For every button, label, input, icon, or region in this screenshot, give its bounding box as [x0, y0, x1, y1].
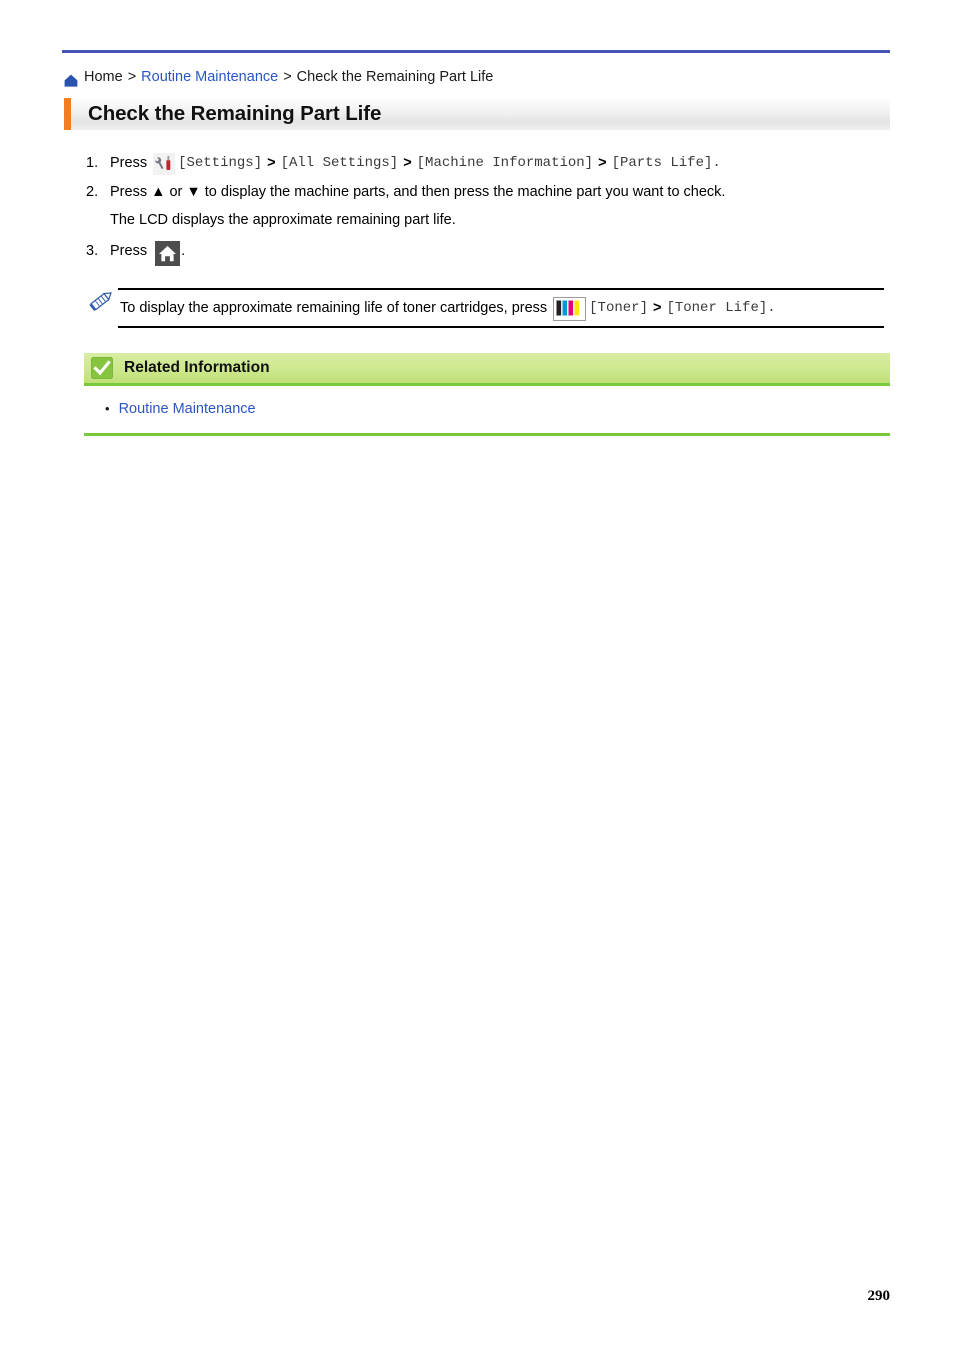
note-token-toner-life: [Toner Life].	[666, 300, 776, 316]
step-1-number: 1.	[86, 155, 99, 171]
note-bottom-rule	[118, 326, 884, 328]
step-1-token-parts-life: [Parts Life].	[611, 155, 721, 171]
related-information-header: Related Information	[84, 353, 890, 383]
step-2: 2. Press ▲ or ▼ to display the machine p…	[86, 179, 886, 233]
step-1: 1. Press [Settings] > [All Settings] > […	[86, 150, 886, 176]
list-item: • Routine Maintenance	[105, 399, 890, 419]
step-1-token-all-settings: [All Settings]	[280, 155, 399, 171]
header-rule	[62, 50, 890, 53]
home-icon	[64, 72, 78, 87]
home-button-icon[interactable]	[155, 240, 181, 266]
step-1-sep-3: >	[598, 155, 607, 171]
green-check-icon	[91, 357, 113, 379]
step-2-body: Press ▲ or ▼ to display the machine part…	[110, 179, 886, 233]
related-information-list: • Routine Maintenance	[84, 386, 890, 419]
step-2-subtext: The LCD displays the approximate remaini…	[110, 212, 456, 228]
step-2-number: 2.	[86, 184, 99, 200]
step-3: 3. Press .	[86, 238, 886, 266]
step-1-body: Press [Settings] > [All Settings] > [Mac…	[110, 150, 886, 176]
breadcrumb-link-routine-maintenance[interactable]: Routine Maintenance	[141, 66, 278, 88]
document-page: Home > Routine Maintenance > Check the R…	[0, 0, 954, 1350]
settings-wrench-screwdriver-icon[interactable]	[153, 153, 176, 175]
step-3-press-label: Press	[110, 243, 148, 259]
note-block: To display the approximate remaining lif…	[118, 288, 884, 328]
step-2-text: Press ▲ or ▼ to display the machine part…	[110, 184, 726, 200]
breadcrumb-home-label: Home	[84, 69, 123, 85]
note-sep-1: >	[652, 300, 662, 316]
related-information-section: Related Information • Routine Maintenanc…	[84, 353, 890, 436]
step-3-number: 3.	[86, 243, 99, 259]
toner-cartridges-icon[interactable]	[553, 297, 587, 321]
step-1-sep-1: >	[267, 155, 276, 171]
procedure-steps: 1. Press [Settings] > [All Settings] > […	[86, 150, 886, 267]
pencil-note-icon	[88, 286, 116, 314]
step-1-sep-2: >	[403, 155, 412, 171]
note-token-toner: [Toner]	[589, 300, 648, 316]
breadcrumb-current: Check the Remaining Part Life	[296, 69, 494, 85]
breadcrumb-separator-1: >	[127, 69, 137, 85]
note-text: To display the approximate remaining lif…	[120, 300, 548, 316]
related-information-title: Related Information	[124, 359, 270, 376]
list-bullet: •	[105, 401, 110, 416]
related-bottom-rule	[84, 433, 890, 436]
step-1-press-label: Press	[110, 155, 148, 171]
page-title: Check the Remaining Part Life	[88, 102, 382, 125]
related-link-routine-maintenance[interactable]: Routine Maintenance	[119, 399, 256, 419]
step-3-body: Press .	[110, 238, 886, 266]
step-1-token-machine-information: [Machine Information]	[416, 155, 594, 171]
step-1-token-settings: [Settings]	[178, 155, 263, 171]
breadcrumb-separator-2: >	[283, 69, 292, 85]
breadcrumb: Home > Routine Maintenance > Check the R…	[64, 66, 493, 88]
note-body: To display the approximate remaining lif…	[118, 290, 884, 326]
title-accent-bar	[64, 98, 71, 130]
page-number: 290	[867, 1288, 891, 1304]
page-title-band: Check the Remaining Part Life	[64, 98, 890, 130]
step-3-trailing: .	[181, 243, 186, 259]
